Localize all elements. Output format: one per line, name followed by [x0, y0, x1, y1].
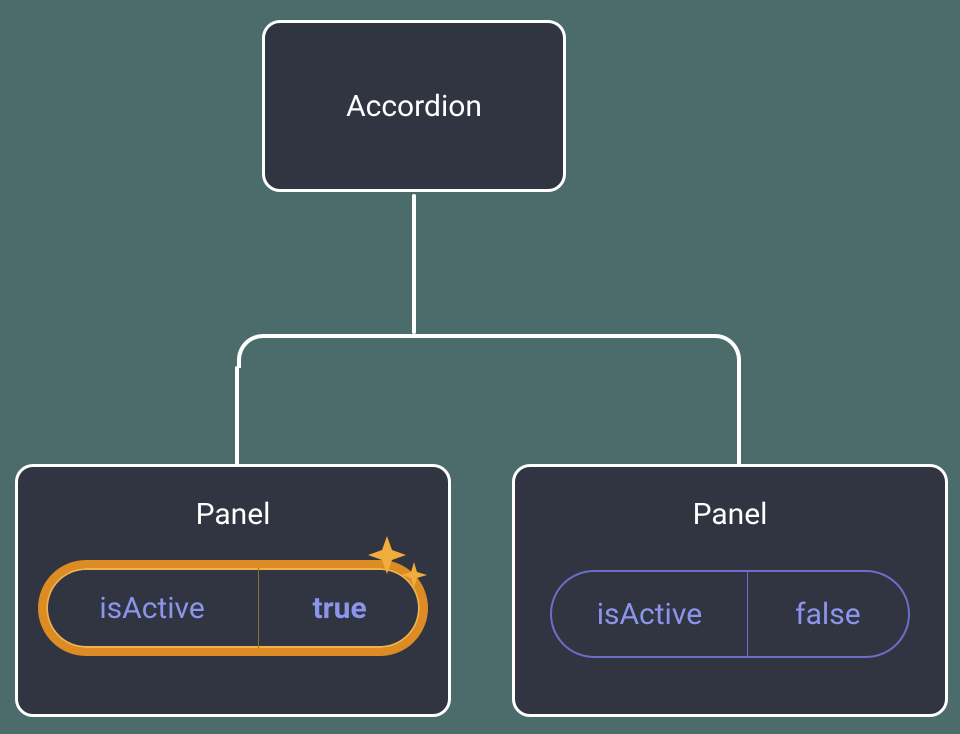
prop-name: isActive [46, 568, 259, 648]
panel-title: Panel [693, 497, 768, 532]
state-pill-inactive: isActive false [550, 570, 910, 658]
accordion-node: Accordion [262, 20, 566, 192]
panel-node-right: Panel isActive false [512, 464, 948, 717]
state-pill-active: isActive true [38, 560, 428, 656]
panel-title: Panel [196, 497, 271, 532]
accordion-label: Accordion [346, 89, 482, 124]
connector-line [235, 366, 239, 466]
panel-node-left: Panel isActive true [15, 464, 451, 717]
connector-line [412, 194, 416, 334]
connector-line [737, 366, 741, 466]
connector-line [237, 334, 741, 368]
prop-name: isActive [552, 572, 748, 656]
prop-value: true [259, 568, 420, 648]
prop-value: false [748, 572, 908, 656]
